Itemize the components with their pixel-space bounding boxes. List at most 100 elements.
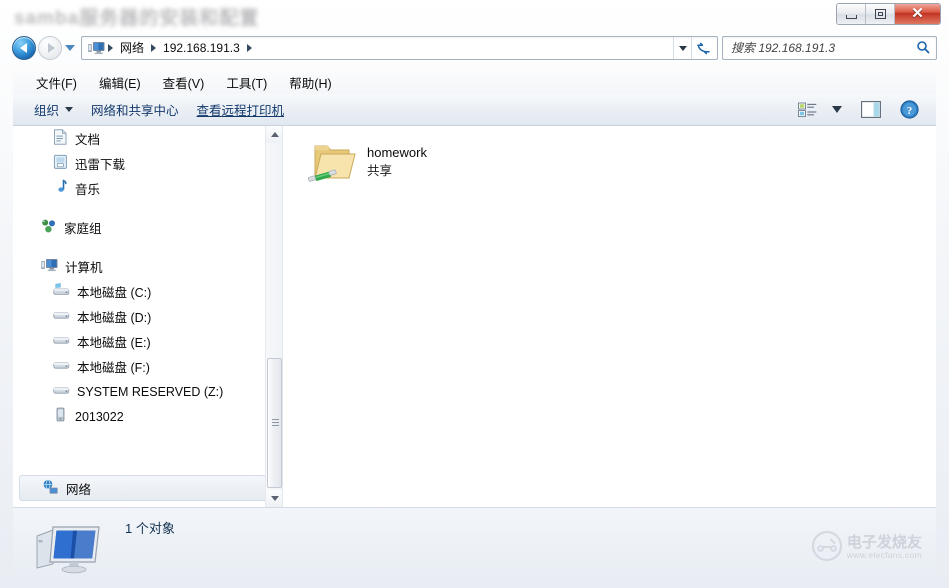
breadcrumb-item-network[interactable]: 网络 (116, 37, 148, 59)
computer-icon (33, 518, 107, 576)
breadcrumb: 网络 192.168.191.3 (86, 37, 673, 59)
search-icon (916, 40, 932, 57)
sidebar-item-network[interactable]: 网络 (19, 475, 271, 501)
back-arrow-icon (19, 43, 27, 53)
downloads-icon (53, 154, 68, 173)
explorer-window: samba服务器的安装和配置 ✕ 网络 192.168.191.3 搜索 192… (0, 0, 949, 588)
sidebar-item-drive-d[interactable]: 本地磁盘 (D:) (13, 304, 282, 329)
network-icon (42, 479, 59, 498)
chevron-down-icon (832, 106, 842, 113)
status-bar: 1 个对象 电子发烧友 www.elecfans.com (13, 507, 936, 575)
minimize-button[interactable] (837, 4, 866, 24)
scroll-up-button[interactable] (266, 126, 282, 143)
sidebar-item-label: 计算机 (65, 261, 103, 275)
preview-pane-icon (861, 101, 881, 118)
refresh-button[interactable] (691, 37, 715, 59)
sidebar-item-label: 本地磁盘 (C:) (77, 286, 152, 300)
search-box[interactable] (722, 36, 937, 60)
system-drive-icon (53, 283, 70, 300)
content-pane[interactable]: homework 共享 (283, 126, 936, 507)
close-icon: ✕ (911, 5, 924, 22)
search-input[interactable] (731, 41, 916, 55)
sidebar-item-label: 家庭组 (64, 222, 102, 236)
history-dropdown-button[interactable] (62, 36, 78, 60)
forward-arrow-icon (47, 43, 55, 53)
document-icon (53, 129, 68, 148)
menu-item-edit[interactable]: 编辑(E) (88, 70, 152, 95)
list-item-subtitle: 共享 (367, 164, 393, 178)
music-icon (53, 179, 68, 198)
preview-pane-button[interactable] (852, 98, 890, 122)
sidebar-item-label: 本地磁盘 (D:) (77, 311, 152, 325)
help-button[interactable]: ? (890, 98, 928, 122)
menu-item-view[interactable]: 查看(V) (152, 70, 216, 95)
sidebar-item-homegroup[interactable]: 家庭组 (13, 215, 282, 240)
sidebar-item-drive-z[interactable]: SYSTEM RESERVED (Z:) (13, 379, 282, 404)
window-controls: ✕ (836, 3, 941, 25)
svg-text:?: ? (906, 105, 912, 117)
view-options-icon (797, 102, 816, 117)
menu-item-file[interactable]: 文件(F) (25, 70, 88, 95)
view-options-dropdown[interactable] (822, 98, 852, 122)
watermark-text: 电子发烧友 www.elecfans.com (846, 533, 922, 560)
sidebar-item-downloads[interactable]: 迅雷下载 (13, 151, 282, 176)
watermark-logo-icon (811, 530, 843, 565)
minimize-icon (845, 14, 857, 19)
window-title: samba服务器的安装和配置 (14, 8, 260, 29)
list-item[interactable]: homework 共享 (305, 140, 535, 188)
sidebar-item-drive-f[interactable]: 本地磁盘 (F:) (13, 354, 282, 379)
list-item-name: homework (367, 145, 427, 160)
scroll-down-button[interactable] (266, 490, 282, 507)
menu-item-tools[interactable]: 工具(T) (215, 70, 278, 95)
back-button[interactable] (12, 36, 36, 60)
sidebar-item-label: 音乐 (75, 183, 101, 197)
maximize-button[interactable] (866, 4, 895, 24)
close-button[interactable]: ✕ (895, 4, 940, 24)
breadcrumb-item-host[interactable]: 192.168.191.3 (159, 37, 244, 59)
scrollbar-grip-icon (272, 419, 279, 426)
sidebar-item-label: 文档 (75, 133, 101, 147)
chevron-down-icon (65, 45, 75, 51)
menu-bar: 文件(F) 编辑(E) 查看(V) 工具(T) 帮助(H) (13, 70, 936, 94)
sidebar-item-drive-e[interactable]: 本地磁盘 (E:) (13, 329, 282, 354)
drive-icon (53, 383, 70, 400)
sidebar-item-portable-device[interactable]: 2013022 (13, 404, 282, 429)
sidebar-item-documents[interactable]: 文档 (13, 126, 282, 151)
sidebar-item-drive-c[interactable]: 本地磁盘 (C:) (13, 279, 282, 304)
forward-button[interactable] (38, 36, 62, 60)
address-dropdown-button[interactable] (673, 37, 691, 59)
view-remote-printers-button[interactable]: 查看远程打印机 (188, 96, 294, 123)
organize-button[interactable]: 组织 (25, 96, 82, 123)
chevron-down-icon (678, 45, 687, 51)
drive-icon (53, 333, 70, 350)
help-icon: ? (899, 100, 919, 119)
navigation-bar: 网络 192.168.191.3 (12, 33, 937, 63)
drive-icon (53, 308, 70, 325)
watermark-url: www.elecfans.com (846, 549, 922, 560)
view-options-button[interactable] (792, 98, 822, 122)
sidebar-item-music[interactable]: 音乐 (13, 176, 282, 201)
scrollbar-thumb[interactable] (267, 358, 282, 488)
sidebar-item-label: 本地磁盘 (F:) (77, 361, 150, 375)
homegroup-icon (41, 218, 57, 237)
sidebar-scrollbar[interactable] (265, 126, 282, 507)
organize-label: 组织 (34, 104, 60, 118)
toolbar: 组织 网络和共享中心 查看远程打印机 ? (13, 94, 936, 126)
menu-item-help[interactable]: 帮助(H) (278, 70, 342, 95)
status-text: 1 个对象 (125, 521, 175, 536)
refresh-icon (697, 42, 710, 54)
sidebar-item-computer[interactable]: 计算机 (13, 254, 282, 279)
drive-icon (53, 358, 70, 375)
list-item-labels: homework 共享 (367, 140, 427, 180)
sidebar-item-label: 迅雷下载 (75, 158, 126, 172)
chevron-up-icon (270, 132, 279, 137)
address-bar[interactable]: 网络 192.168.191.3 (81, 36, 718, 60)
chevron-down-icon (65, 107, 74, 112)
breadcrumb-separator-icon[interactable] (246, 44, 252, 52)
network-sharing-center-button[interactable]: 网络和共享中心 (82, 96, 188, 123)
watermark-title: 电子发烧友 (846, 533, 922, 552)
breadcrumb-separator-icon (108, 44, 113, 52)
sidebar-item-label: 本地磁盘 (E:) (77, 336, 151, 350)
sidebar-item-label: 2013022 (75, 409, 124, 424)
